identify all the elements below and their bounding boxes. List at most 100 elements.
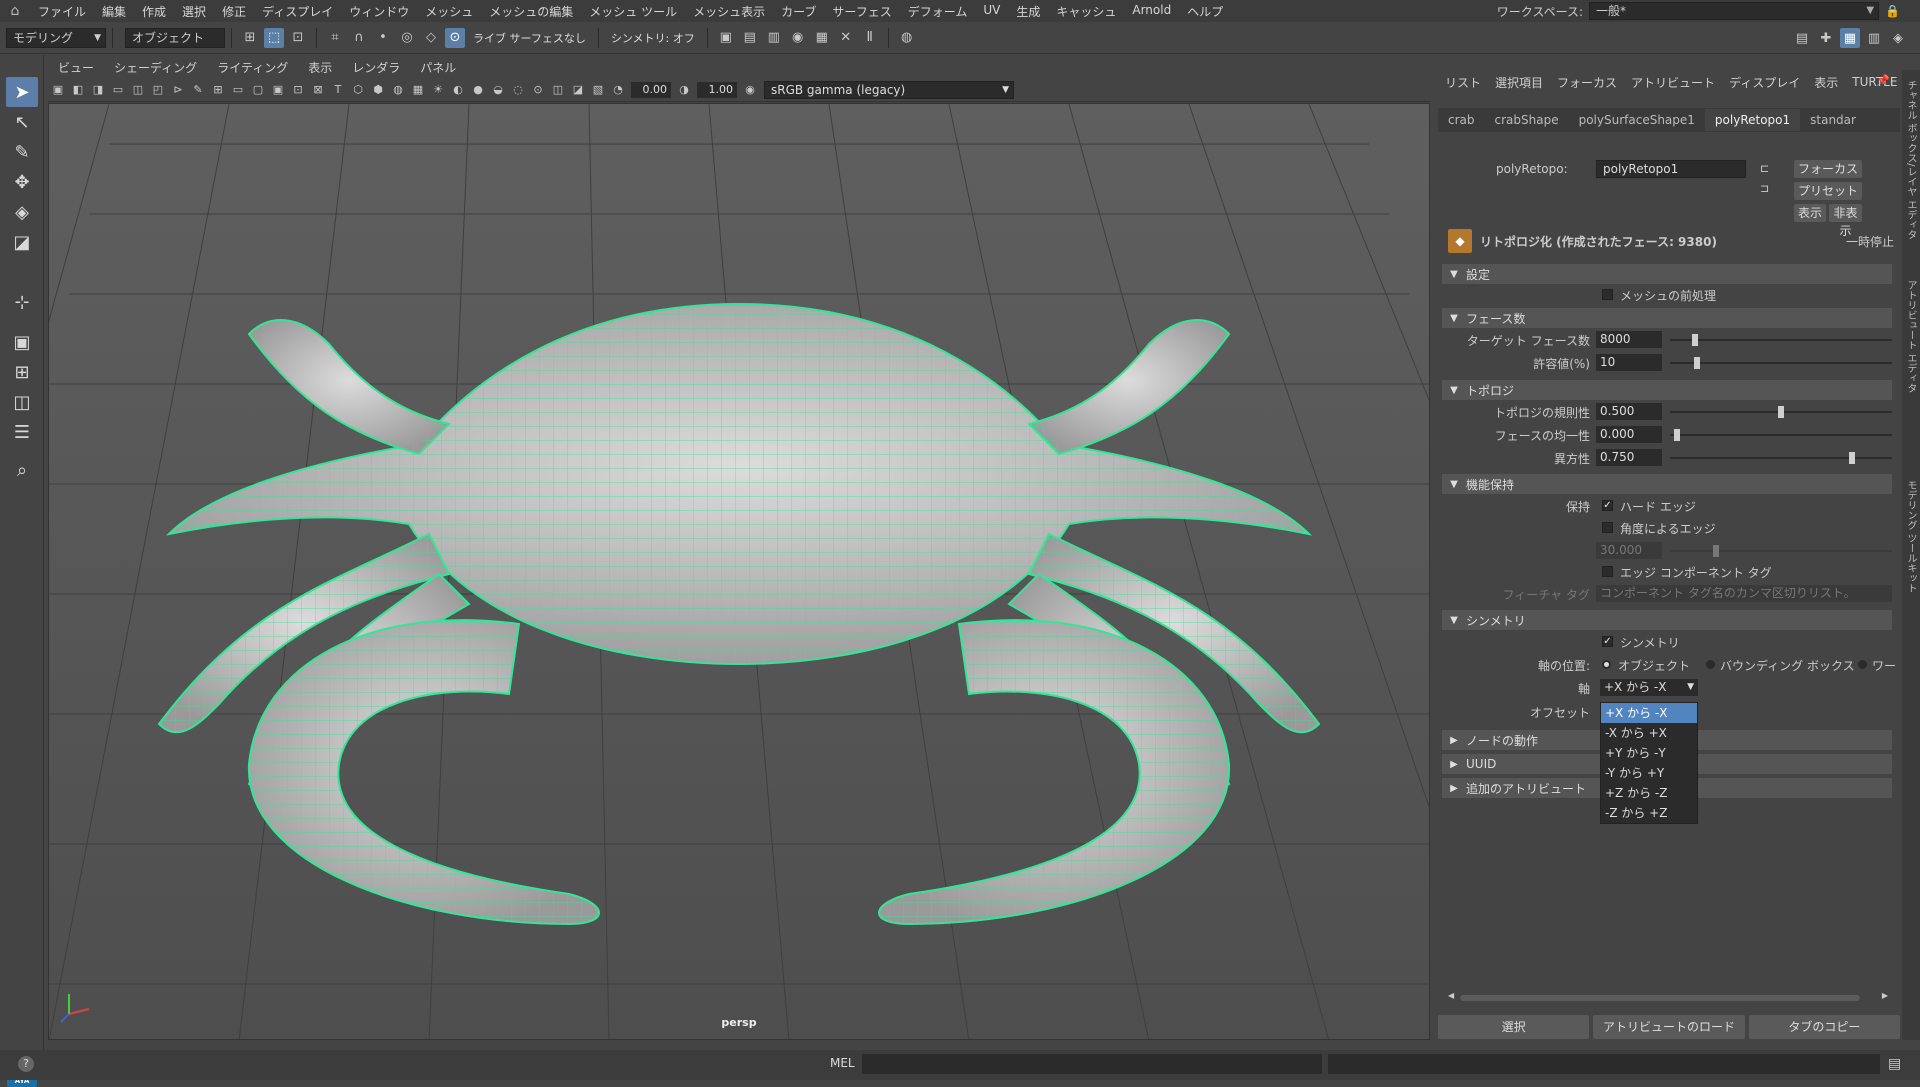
panel-menu-item[interactable]: レンダラ	[342, 59, 410, 76]
regularity-slider[interactable]	[1670, 406, 1892, 418]
hard-edges-checkbox[interactable]: ✓	[1602, 500, 1613, 511]
menu-item[interactable]: デフォーム	[900, 3, 976, 20]
slider-handle[interactable]	[1778, 406, 1784, 418]
menu-item[interactable]: メッシュの編集	[481, 3, 581, 20]
script-editor-icon[interactable]: ▤	[1888, 1056, 1901, 1072]
panel-menu-item[interactable]: パネル	[410, 59, 466, 76]
textured-icon[interactable]: ▦	[410, 82, 426, 98]
select-object-icon[interactable]: ⬚	[264, 27, 284, 48]
regularity-field[interactable]: 0.500	[1596, 403, 1662, 420]
axis-option[interactable]: +Y から -Y	[1601, 743, 1697, 763]
movie-icon[interactable]: ◫	[130, 82, 146, 98]
vertical-tab[interactable]: チャネル ボックス/レイヤ エディタ	[1904, 80, 1918, 240]
axis-option[interactable]: -X から +X	[1601, 723, 1697, 743]
menu-item[interactable]: メッシュ表示	[685, 3, 773, 20]
menu-item[interactable]: キャッシュ	[1048, 3, 1124, 20]
menu-item[interactable]: カーブ	[773, 3, 824, 20]
gate-mask-icon[interactable]: ▣	[270, 82, 286, 98]
live-surface-label[interactable]: ライブ サーフェスなし	[473, 30, 586, 46]
home-icon[interactable]: ⌂	[0, 0, 30, 22]
focus-button[interactable]: フォーカス	[1794, 160, 1862, 178]
snap-point-icon[interactable]: •	[373, 28, 393, 48]
select-hierarchy-icon[interactable]: ⊞	[240, 28, 260, 48]
render-view-icon[interactable]: ▦	[812, 28, 832, 48]
attr-menu-item[interactable]: ディスプレイ	[1722, 74, 1807, 91]
color-management-icon[interactable]: ◉	[742, 82, 758, 98]
anisotropy-field[interactable]: 0.750	[1596, 449, 1662, 466]
menu-item[interactable]: ヘルプ	[1179, 3, 1231, 20]
scroll-right-icon[interactable]: ▶	[1882, 991, 1888, 1000]
hide-button[interactable]: 非表示	[1829, 204, 1862, 238]
grease-pencil-icon[interactable]: ✎	[190, 82, 206, 98]
render-region-icon[interactable]: ✕	[836, 28, 856, 48]
menu-item[interactable]: サーフェス	[824, 3, 899, 20]
panel-menu-item[interactable]: ライティング	[207, 59, 298, 76]
uniformity-field[interactable]: 0.000	[1596, 426, 1662, 443]
lock-icon[interactable]: 🔒	[1885, 4, 1900, 18]
outliner-layout-icon[interactable]: ☰	[6, 417, 38, 447]
anti-alias-icon[interactable]: ◌	[510, 82, 526, 98]
outliner-icon[interactable]: ✚	[1816, 28, 1836, 48]
section-topology[interactable]: ▼ トポロジ	[1442, 380, 1892, 400]
symmetry-checkbox[interactable]: ✓	[1602, 636, 1613, 647]
attribute-editor-hscroll[interactable]: ◀ ▶	[1448, 991, 1888, 1003]
gamma-icon[interactable]: ◑	[676, 82, 692, 98]
symmetry-label[interactable]: シンメトリ: オフ	[611, 30, 695, 46]
wireframe-on-shaded-icon[interactable]: ◍	[390, 82, 406, 98]
modeling-toolkit-icon[interactable]: ◈	[1888, 28, 1908, 48]
shadows-icon[interactable]: ◐	[450, 82, 466, 98]
menu-item[interactable]: メッシュ	[417, 3, 481, 20]
attr-menu-item[interactable]: TURTLE	[1845, 75, 1904, 89]
exposure-icon[interactable]: ◔	[610, 82, 626, 98]
menu-item[interactable]: ファイル	[30, 3, 94, 20]
lighting-icon[interactable]: ☀	[430, 82, 446, 98]
panel-menu-item[interactable]: ビュー	[48, 59, 104, 76]
isolate-icon[interactable]: ⊙	[530, 82, 546, 98]
attr-tab[interactable]: crabShape	[1485, 109, 1569, 131]
tool-settings-icon[interactable]: ▥	[1864, 28, 1884, 48]
exposure-field[interactable]: 0.00	[631, 81, 671, 98]
snap-grid-icon[interactable]: ⌗	[325, 28, 345, 48]
layout-four-icon[interactable]: ⊞	[6, 357, 38, 387]
bookmark-icon[interactable]: ◨	[90, 82, 106, 98]
select-camera-icon[interactable]: ▣	[50, 82, 66, 98]
help-line-icon[interactable]: ?	[18, 1056, 34, 1072]
camera-icon[interactable]: ◰	[150, 82, 166, 98]
layout-single-icon[interactable]: ▣	[6, 327, 38, 357]
dolly-icon[interactable]: ⊳	[170, 82, 186, 98]
selection-mode-dropdown[interactable]: オブジェクト	[125, 27, 225, 48]
command-input[interactable]	[862, 1054, 1322, 1074]
grid-icon[interactable]: ⊞	[210, 82, 226, 98]
mel-label[interactable]: MEL	[830, 1056, 855, 1070]
film-gate-icon[interactable]: ▭	[230, 82, 246, 98]
scale-tool-icon[interactable]: ◪	[6, 227, 38, 257]
preprocess-checkbox[interactable]	[1602, 289, 1613, 300]
crab-mesh[interactable]	[157, 302, 1321, 926]
snap-surface-icon[interactable]: ◇	[421, 28, 441, 48]
field-chart-icon[interactable]: ⊡	[290, 82, 306, 98]
tolerance-slider[interactable]	[1670, 357, 1892, 369]
attr-tab[interactable]: polySurfaceShape1	[1569, 109, 1705, 131]
attr-menu-item[interactable]: フォーカス	[1550, 74, 1624, 91]
node-name-field[interactable]: polyRetopo1	[1596, 160, 1746, 178]
render-settings-icon[interactable]: ▥	[764, 28, 784, 48]
presets-button[interactable]: プリセット	[1794, 182, 1862, 200]
menu-item[interactable]: ウィンドウ	[341, 3, 417, 20]
edge-tag-checkbox[interactable]	[1602, 566, 1613, 577]
colorspace-dropdown[interactable]: sRGB gamma (legacy) ▼	[764, 80, 1014, 99]
xray-icon[interactable]: ◫	[550, 82, 566, 98]
render-icon[interactable]: ▣	[716, 28, 736, 48]
section-settings[interactable]: ▼ 設定	[1442, 264, 1892, 284]
section-face-count[interactable]: ▼ フェース数	[1442, 308, 1892, 328]
menu-item[interactable]: Arnold	[1124, 3, 1179, 20]
sign-in-icon[interactable]: ◍	[897, 28, 917, 48]
motion-blur-icon[interactable]: ◒	[490, 82, 506, 98]
attr-tab[interactable]: standar	[1800, 109, 1866, 131]
panel-menu-item[interactable]: シェーディング	[104, 59, 207, 76]
image-plane-icon[interactable]: ▭	[110, 82, 126, 98]
menu-item[interactable]: 生成	[1008, 3, 1048, 20]
attr-tab[interactable]: polyRetopo1	[1704, 109, 1801, 131]
last-tool-icon[interactable]: ⊹	[6, 287, 38, 317]
paint-select-icon[interactable]: ✎	[6, 137, 38, 167]
lasso-tool-icon[interactable]: ↖	[6, 107, 38, 137]
